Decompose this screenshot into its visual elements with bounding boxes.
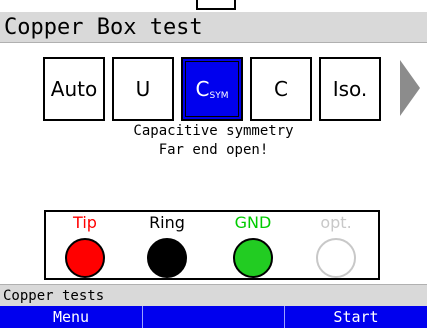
terminal-label-ring: Ring <box>149 213 185 232</box>
message-line-1: Capacitive symmetry <box>133 123 294 139</box>
status-message: Capacitive symmetry Far end open! <box>0 122 427 160</box>
terminal-label-gnd: GND <box>234 213 272 232</box>
menu-softkey-label: Menu <box>52 308 90 326</box>
status-bar: Copper tests <box>0 284 427 306</box>
page-title: Copper Box test <box>4 15 203 40</box>
mode-subscript: SYM <box>209 91 229 101</box>
mode-label: Auto <box>50 77 98 101</box>
middle-softkey[interactable] <box>143 306 285 328</box>
mode-button-c-sym[interactable]: CSYM <box>181 57 243 121</box>
top-stripe <box>0 0 427 12</box>
terminal-label-opt: opt. <box>320 213 352 232</box>
triangle-right-icon[interactable] <box>400 60 420 116</box>
mode-label: C <box>195 77 210 101</box>
softkey-bar: Menu Start <box>0 306 427 328</box>
device-screen: Copper Box test Auto U CSYM C Iso. Capac… <box>0 0 427 328</box>
mode-button-auto[interactable]: Auto <box>43 57 105 121</box>
mode-label: C <box>274 77 288 101</box>
terminal-opt: opt. <box>306 214 366 278</box>
start-softkey[interactable]: Start <box>285 306 427 328</box>
terminal-dot-ring <box>147 238 187 278</box>
mode-button-u[interactable]: U <box>112 57 174 121</box>
terminal-dot-tip <box>65 238 105 278</box>
message-line-2: Far end open! <box>158 142 269 158</box>
terminal-label-tip: Tip <box>73 213 97 232</box>
terminal-dot-opt <box>316 238 356 278</box>
terminal-panel: Tip Ring GND opt. <box>44 210 380 280</box>
mode-label: U <box>135 77 151 101</box>
terminal-gnd: GND <box>223 214 283 278</box>
mode-button-iso[interactable]: Iso. <box>319 57 381 121</box>
mode-button-c[interactable]: C <box>250 57 312 121</box>
mode-label: Iso. <box>332 77 368 101</box>
menu-softkey[interactable]: Menu <box>0 306 143 328</box>
title-bar: Copper Box test <box>0 12 427 43</box>
start-softkey-label: Start <box>333 308 379 326</box>
terminal-tip: Tip <box>55 214 115 278</box>
device-logo-mark <box>196 0 236 10</box>
terminal-ring: Ring <box>137 214 197 278</box>
terminal-dot-gnd <box>233 238 273 278</box>
status-text: Copper tests <box>3 288 105 304</box>
